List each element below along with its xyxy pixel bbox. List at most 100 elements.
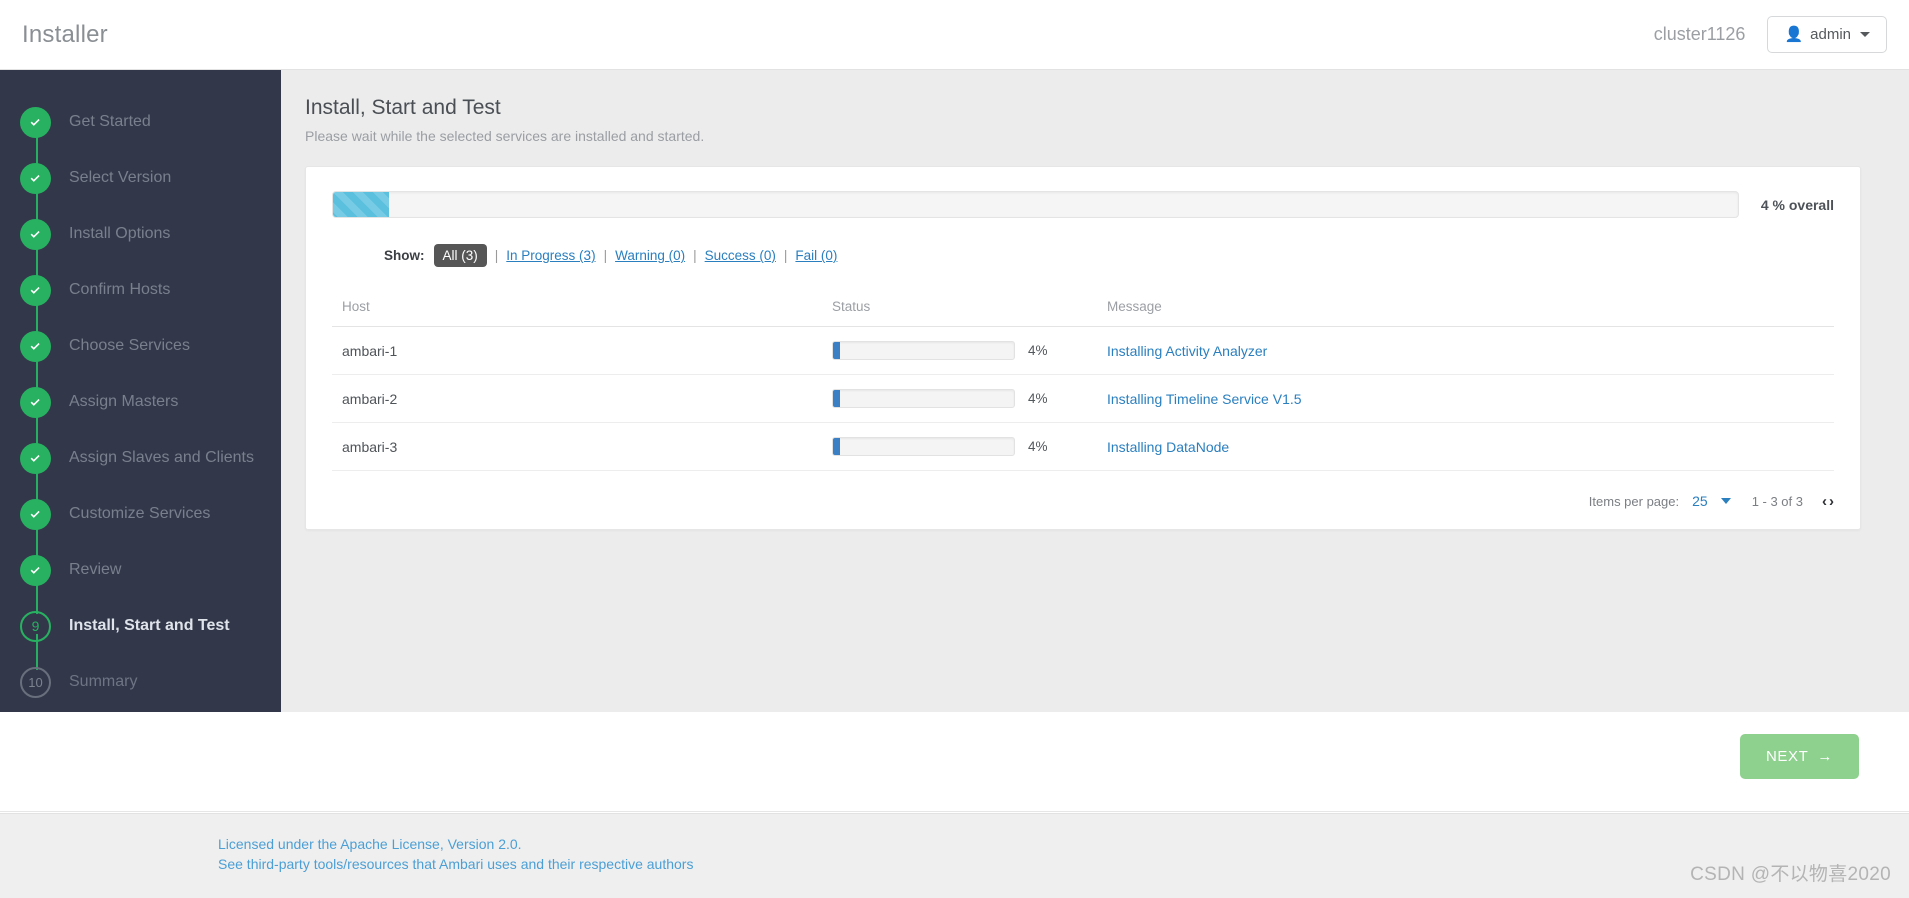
app-title: Installer [22, 20, 108, 48]
host-progress-label: 4% [1028, 343, 1048, 358]
overall-progress-row: 4 % overall [332, 191, 1834, 218]
user-icon: 👤 [1784, 26, 1804, 43]
check-icon [20, 106, 51, 138]
cell-host: ambari-2 [332, 374, 832, 423]
check-icon [20, 498, 51, 530]
sidebar-step-label: Install, Start and Test [69, 617, 230, 634]
page-title: Install, Start and Test [305, 96, 501, 119]
sidebar-step-install-options[interactable]: Install Options [0, 206, 281, 278]
host-progress-track [832, 437, 1015, 456]
sidebar-step-label: Get Started [69, 113, 151, 130]
sidebar-step-assign-masters[interactable]: Assign Masters [0, 374, 281, 446]
host-progress-label: 4% [1028, 439, 1048, 454]
installer-page: Installer cluster1126 👤 admin Get Starte… [0, 0, 1909, 898]
table-row: ambari-3 4% Installing DataNode [332, 422, 1834, 471]
sidebar-step-install-start-and-test[interactable]: 9 Install, Start and Test [0, 598, 281, 670]
sidebar-step-choose-services[interactable]: Choose Services [0, 318, 281, 390]
sidebar-step-customize-services[interactable]: Customize Services [0, 486, 281, 558]
sidebar-step-assign-slaves-and-clients[interactable]: Assign Slaves and Clients [0, 430, 281, 502]
chevron-right-icon[interactable]: › [1829, 494, 1834, 509]
cell-status: 4% [832, 326, 1107, 375]
cell-message: Installing Timeline Service V1.5 [1107, 374, 1834, 423]
host-message-link[interactable]: Installing Activity Analyzer [1107, 343, 1267, 359]
check-icon [20, 162, 51, 194]
next-button[interactable]: NEXT → [1739, 734, 1859, 779]
check-icon [20, 386, 51, 418]
watermark-label: CSDN @不以物喜2020 [1690, 864, 1891, 885]
host-progress-group: 4% [832, 437, 1107, 456]
sidebar-step-label: Choose Services [69, 337, 190, 354]
wizard-action-bar: NEXT → [0, 712, 1909, 812]
sidebar-step-summary[interactable]: 10 Summary [0, 654, 281, 710]
main-content: Install, Start and Test Please wait whil… [281, 70, 1909, 712]
cell-host: ambari-1 [332, 326, 832, 375]
sidebar-step-label: Assign Masters [69, 393, 179, 410]
table-header-row: Host Status Message [332, 293, 1834, 327]
filter-separator: | [494, 248, 499, 263]
pagination-range-label: 1 - 3 of 3 [1751, 493, 1803, 509]
sidebar-step-review[interactable]: Review [0, 542, 281, 614]
admin-menu-button[interactable]: 👤 admin [1767, 16, 1887, 53]
cell-message: Installing Activity Analyzer [1107, 326, 1834, 375]
page-footer: Licensed under the Apache License, Versi… [0, 813, 1909, 898]
status-filter-row: Show: All (3) | In Progress (3) | Warning (0… [384, 244, 1834, 267]
chevron-left-icon[interactable]: ‹ [1822, 494, 1827, 509]
sidebar-step-label: Install Options [69, 225, 171, 242]
table-row: ambari-2 4% Installing Timeline Service V1… [332, 374, 1834, 423]
sidebar-step-label: Confirm Hosts [69, 281, 171, 298]
top-header: Installer cluster1126 👤 admin [0, 0, 1909, 70]
filter-option-success-0[interactable]: Success (0) [705, 248, 776, 263]
host-progress-fill [833, 390, 841, 407]
column-header-status: Status [832, 293, 1107, 327]
sidebar-step-confirm-hosts[interactable]: Confirm Hosts [0, 262, 281, 334]
install-progress-card: 4 % overall Show: All (3) | In Progress (3… [305, 166, 1861, 530]
third-party-link[interactable]: See third-party tools/resources that Amb… [218, 854, 1909, 874]
filter-show-label: Show: [384, 248, 425, 263]
filter-separator: | [693, 248, 697, 263]
step-number-badge: 9 [20, 610, 51, 642]
column-header-message: Message [1107, 293, 1834, 327]
check-icon [20, 330, 51, 362]
host-progress-track [832, 389, 1015, 408]
table-head: Host Status Message [332, 293, 1834, 327]
check-icon [20, 218, 51, 250]
cell-host: ambari-3 [332, 422, 832, 471]
header-right-group: cluster1126 👤 admin [1654, 16, 1887, 53]
table-body: ambari-1 4% Installing Activity Analyzer am… [332, 326, 1834, 471]
host-progress-group: 4% [832, 341, 1107, 360]
sidebar-step-select-version[interactable]: Select Version [0, 150, 281, 222]
sidebar-step-label: Summary [69, 673, 138, 690]
page-subtitle: Please wait while the selected services … [305, 128, 705, 144]
check-icon [20, 554, 51, 586]
host-progress-track [832, 341, 1015, 360]
pagination-arrows: ‹ › [1822, 494, 1834, 509]
filter-separator: | [783, 248, 788, 263]
host-progress-fill [833, 438, 841, 455]
cell-status: 4% [832, 374, 1107, 423]
host-progress-group: 4% [832, 389, 1107, 408]
filter-option-fail-0[interactable]: Fail (0) [795, 248, 837, 263]
sidebar-step-label: Assign Slaves and Clients [69, 449, 254, 466]
table-pagination: Items per page: 25 1 - 3 of 3 ‹ › [332, 493, 1834, 509]
sidebar-step-label: Select Version [69, 169, 172, 186]
filter-separator: | [603, 248, 608, 263]
filter-option-all-3[interactable]: All (3) [433, 244, 487, 267]
host-progress-label: 4% [1028, 391, 1048, 406]
caret-down-icon [1860, 32, 1870, 37]
host-message-link[interactable]: Installing DataNode [1107, 439, 1229, 455]
filter-option-warning-0[interactable]: Warning (0) [615, 248, 685, 263]
sidebar-step-label: Customize Services [69, 505, 211, 522]
chevron-down-icon[interactable] [1720, 498, 1731, 504]
items-per-page-label: Items per page: [1588, 493, 1680, 509]
filter-option-in-progress-3[interactable]: In Progress (3) [506, 248, 595, 263]
arrow-right-icon: → [1817, 748, 1833, 765]
cell-status: 4% [832, 422, 1107, 471]
sidebar-step-get-started[interactable]: Get Started [0, 94, 281, 166]
items-per-page-value[interactable]: 25 [1692, 493, 1708, 509]
admin-menu-label: admin [1810, 26, 1851, 43]
host-status-table: Host Status Message ambari-1 4% Installing… [332, 293, 1834, 471]
host-progress-fill [833, 342, 841, 359]
license-link[interactable]: Licensed under the Apache License, Versi… [218, 834, 1909, 854]
cell-message: Installing DataNode [1107, 422, 1834, 471]
host-message-link[interactable]: Installing Timeline Service V1.5 [1107, 391, 1302, 407]
